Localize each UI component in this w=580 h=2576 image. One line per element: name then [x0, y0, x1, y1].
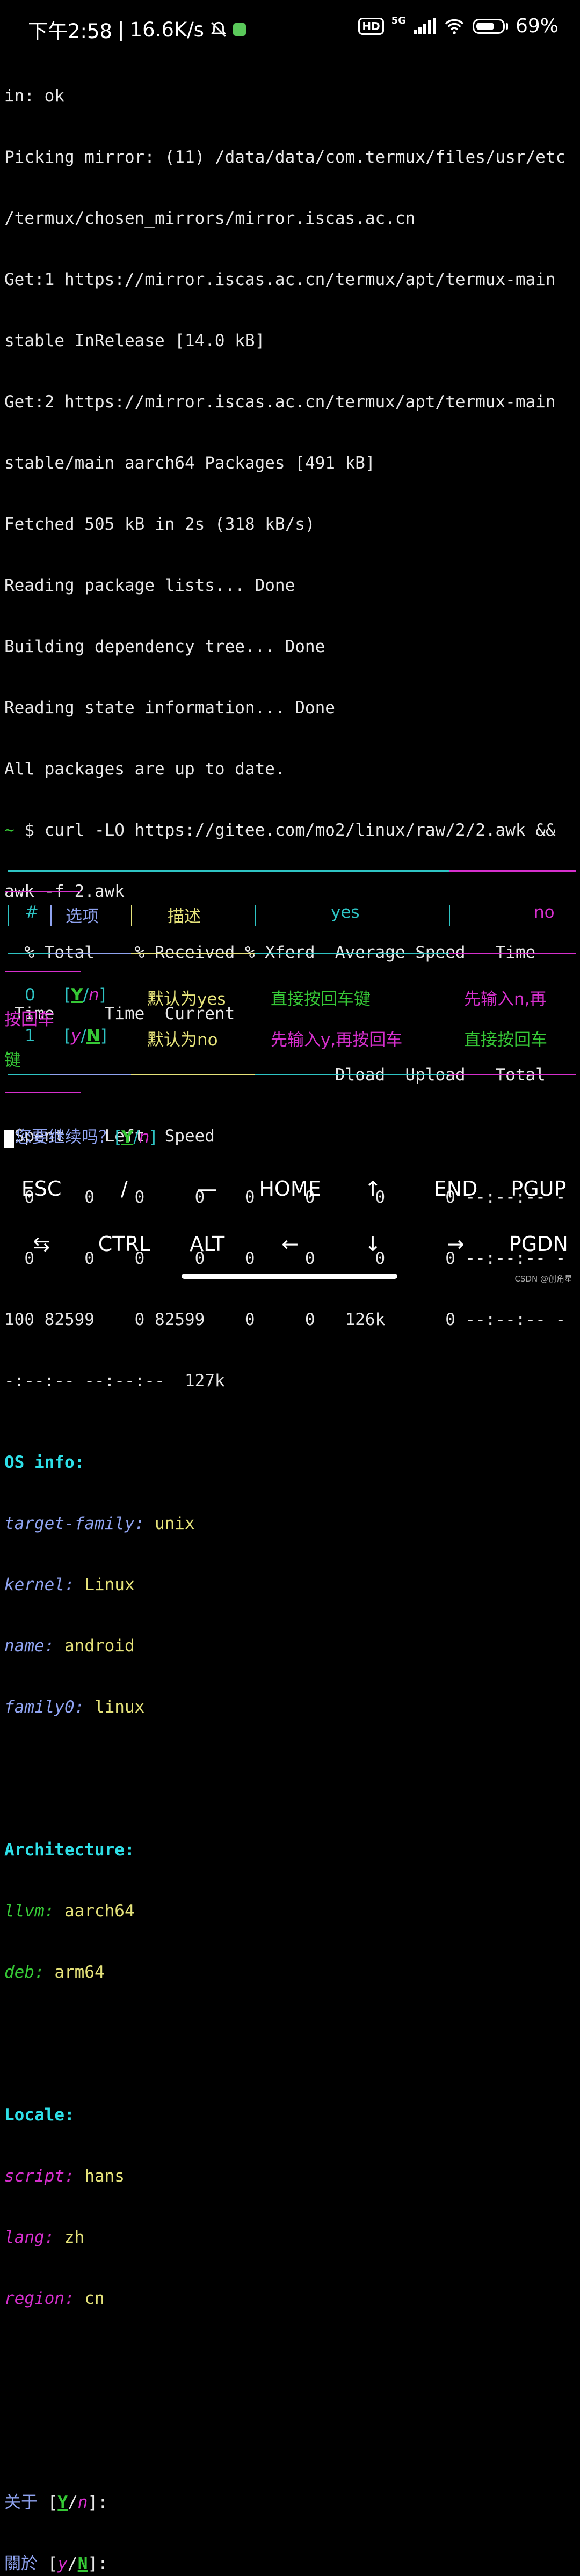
table-border — [5, 971, 81, 972]
key-home[interactable]: HOME — [249, 1162, 331, 1216]
locale-heading: Locale: — [4, 2105, 75, 2125]
table-border — [131, 953, 255, 954]
table-row-num: 1 — [25, 1026, 35, 1045]
terminal-line: All packages are up to date. — [4, 759, 285, 779]
prompt-line: ~ $ curl -LO https://gitee.com/mo2/linux… — [4, 820, 578, 840]
prompt-tilde: ~ — [4, 821, 15, 840]
table-border — [50, 953, 131, 954]
key-left-arrow[interactable]: ← — [249, 1217, 331, 1271]
os-info-heading: OS info: — [4, 1453, 85, 1472]
terminal-line: /termux/chosen_mirrors/mirror.iscas.ac.c… — [4, 209, 416, 228]
terminal-cursor[interactable] — [4, 1130, 14, 1148]
key-esc[interactable]: ESC — [0, 1162, 83, 1216]
about-prompt-simplified: 关于 [Y/n]: — [4, 2493, 108, 2512]
table-border — [8, 1074, 50, 1075]
key-right-arrow[interactable]: → — [414, 1217, 497, 1271]
key-end[interactable]: END — [414, 1162, 497, 1216]
os-info-item: name: android — [4, 1636, 135, 1656]
table-border — [449, 1074, 576, 1075]
status-left: 下午2:58 | 16.6K/s — [28, 15, 246, 44]
table-row-desc: 默认为no — [147, 1030, 218, 1050]
table-border — [5, 891, 81, 892]
watermark: CSDN @创角星 — [514, 1274, 572, 1284]
key-pgup[interactable]: PGUP — [497, 1162, 580, 1216]
app-notification-icon — [233, 23, 246, 36]
locale-item: region: cn — [4, 2289, 105, 2308]
terminal-line: Reading state information... Done — [4, 698, 335, 718]
table-row-no: 直接按回车 — [464, 1030, 547, 1050]
key-pgdn[interactable]: PGDN — [497, 1217, 580, 1271]
terminal-line: Get:1 https://mirror.iscas.ac.cn/termux/… — [4, 270, 556, 289]
table-border — [449, 953, 576, 954]
hd-icon: HD — [358, 17, 384, 35]
table-border — [8, 953, 50, 954]
battery-level: 69% — [515, 15, 559, 37]
terminal-line: stable/main aarch64 Packages [491 kB] — [4, 453, 375, 473]
clock: 下午2:58 — [28, 20, 113, 43]
terminal-line: Get:2 https://mirror.iscas.ac.cn/termux/… — [4, 392, 556, 412]
table-border — [8, 870, 255, 872]
terminal-output[interactable]: in: ok Picking mirror: (11) /data/data/c… — [4, 45, 578, 2576]
status-bar: 下午2:58 | 16.6K/s HD 5G 69% — [0, 0, 580, 52]
table-row-num: 0 — [25, 985, 35, 1005]
key-slash[interactable]: / — [83, 1162, 165, 1216]
table-header: 选项 — [66, 907, 99, 926]
table-border — [50, 1074, 131, 1075]
table-border — [5, 1092, 81, 1093]
key-up-arrow[interactable]: ↑ — [331, 1162, 414, 1216]
terminal-line: in: ok — [4, 86, 64, 106]
architecture-item: deb: arm64 — [4, 1963, 105, 1982]
table-border — [255, 1074, 449, 1075]
signal-icon — [413, 18, 436, 34]
table-border — [255, 953, 449, 954]
table-header: yes — [331, 903, 360, 922]
table-row-yes: 直接按回车键 — [271, 990, 371, 1009]
key-alt[interactable]: ALT — [166, 1217, 249, 1271]
home-indicator[interactable] — [182, 1274, 397, 1279]
battery-icon — [472, 18, 505, 34]
network-type: 5G — [391, 15, 406, 26]
status-right: HD 5G 69% — [358, 15, 559, 37]
table-row-option: [Y/n] — [64, 985, 106, 1005]
table-header: no — [534, 903, 555, 922]
os-info-item: family0: linux — [4, 1697, 145, 1717]
os-info-item: kernel: Linux — [4, 1575, 135, 1594]
locale-item: lang: zh — [4, 2228, 85, 2247]
prompt-command: $ curl -LO https://gitee.com/mo2/linux/r… — [14, 821, 556, 840]
about-prompt-traditional: 關於 [y/N]: — [4, 2554, 108, 2573]
extra-keys-row-1: ESC / — HOME ↑ END PGUP — [0, 1162, 580, 1216]
terminal-line: Building dependency tree... Done — [4, 637, 325, 656]
table-row-option: [y/N] — [64, 1026, 107, 1045]
key-ctrl[interactable]: CTRL — [83, 1217, 165, 1271]
network-speed: 16.6K/s — [129, 18, 204, 41]
key-dash[interactable]: — — [166, 1162, 249, 1216]
mute-bell-icon — [211, 21, 226, 37]
curl-line: 100 82599 0 82599 0 0 126k 0 --:--:-- - — [4, 1310, 566, 1329]
key-down-arrow[interactable]: ↓ — [331, 1217, 414, 1271]
table-border — [131, 1074, 255, 1075]
terminal-line: Picking mirror: (11) /data/data/com.term… — [4, 148, 566, 167]
extra-keys-row-2: ⇆ CTRL ALT ← ↓ → PGDN — [0, 1217, 580, 1271]
table-row-yes: 先输入y,再按回车 — [271, 1030, 403, 1050]
table-header: 描述 — [168, 907, 201, 926]
terminal-line: stable InRelease [14.0 kB] — [4, 331, 265, 350]
terminal-line: Reading package lists... Done — [4, 576, 295, 595]
architecture-item: llvm: aarch64 — [4, 1901, 135, 1921]
extra-keys-bar: ESC / — HOME ↑ END PGUP ⇆ CTRL ALT ← ↓ →… — [0, 1162, 580, 1272]
table-border — [255, 870, 449, 872]
wifi-icon — [445, 19, 464, 34]
table-header: # — [25, 903, 39, 922]
os-info-item: target-family: unix — [4, 1514, 195, 1533]
table-row-desc: 默认为yes — [147, 990, 226, 1009]
architecture-heading: Architecture: — [4, 1840, 135, 1860]
table-row-no-cont: 键 — [4, 1051, 21, 1070]
locale-item: script: hans — [4, 2167, 125, 2186]
table-row-no: 先输入n,再 — [464, 990, 547, 1009]
confirm-prompt: 您要继续吗？[Y/n] — [15, 1128, 156, 1147]
terminal-line: Fetched 505 kB in 2s (318 kB/s) — [4, 515, 315, 534]
key-tab-icon[interactable]: ⇆ — [0, 1217, 83, 1271]
options-table: # 选项 描述 yes no 0 [Y/n] 默认为yes 直接按回车键 先输入… — [0, 869, 580, 1095]
curl-line: -:--:-- --:--:-- 127k — [4, 1371, 225, 1391]
table-border — [449, 870, 576, 872]
